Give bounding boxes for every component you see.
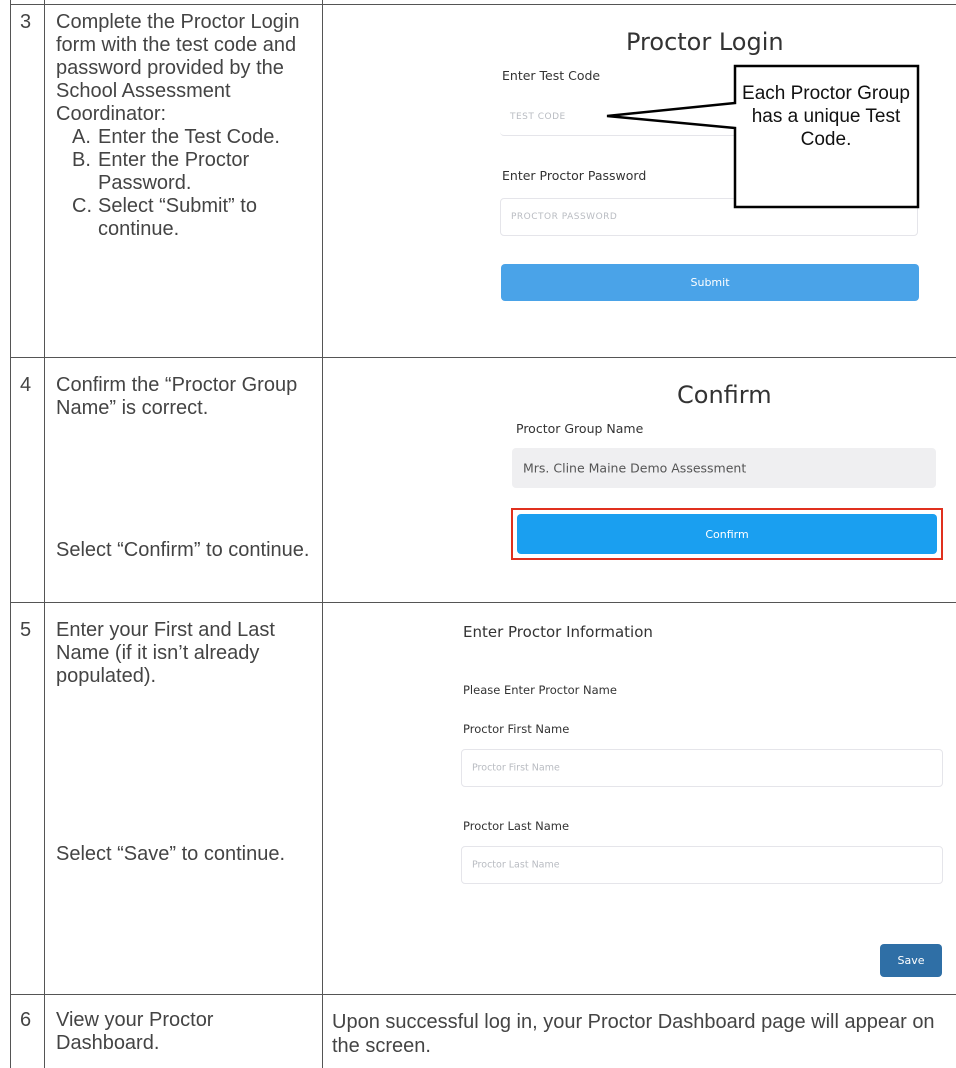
row-divider-4-5 (10, 602, 956, 603)
first-name-input[interactable]: Proctor First Name (461, 749, 943, 787)
step-number: 6 (20, 1009, 32, 1031)
instruction-table: 3 Complete the Proctor Login form with t… (0, 0, 956, 1068)
last-name-input[interactable]: Proctor Last Name (461, 846, 943, 884)
group-name-field: Mrs. Cline Maine Demo Assessment (512, 448, 936, 488)
step-number: 4 (20, 374, 32, 396)
group-name-value: Mrs. Cline Maine Demo Assessment (523, 460, 747, 476)
first-name-label: Proctor First Name (463, 722, 570, 736)
step-followup: Select “Confirm” to continue. (56, 539, 310, 561)
step-instruction: View your Proctor Dashboard. (56, 1009, 214, 1054)
step-result: Upon successful log in, your Proctor Das… (332, 1011, 935, 1057)
form-subtitle: Please Enter Proctor Name (463, 683, 617, 697)
step-instruction: Enter your First and Last Name (if it is… (56, 619, 275, 687)
last-name-label: Proctor Last Name (463, 819, 570, 833)
form-title: Confirm (677, 381, 772, 409)
save-button[interactable]: Save (880, 944, 942, 977)
group-name-label: Proctor Group Name (516, 421, 644, 436)
callout-text: Each Proctor Group has a unique Test Cod… (742, 83, 910, 150)
step-instruction: Confirm the “Proctor Group Name” is corr… (56, 374, 298, 419)
step-number: 5 (20, 619, 32, 641)
first-name-placeholder: Proctor First Name (472, 762, 560, 774)
confirm-button[interactable]: Confirm (517, 514, 937, 554)
row-divider-5-6 (10, 994, 956, 995)
form-title: Enter Proctor Information (463, 623, 653, 641)
step-followup: Select “Save” to continue. (56, 843, 286, 865)
last-name-placeholder: Proctor Last Name (472, 859, 560, 871)
row-divider-3-4 (10, 357, 956, 358)
submit-button[interactable]: Submit (501, 264, 919, 301)
